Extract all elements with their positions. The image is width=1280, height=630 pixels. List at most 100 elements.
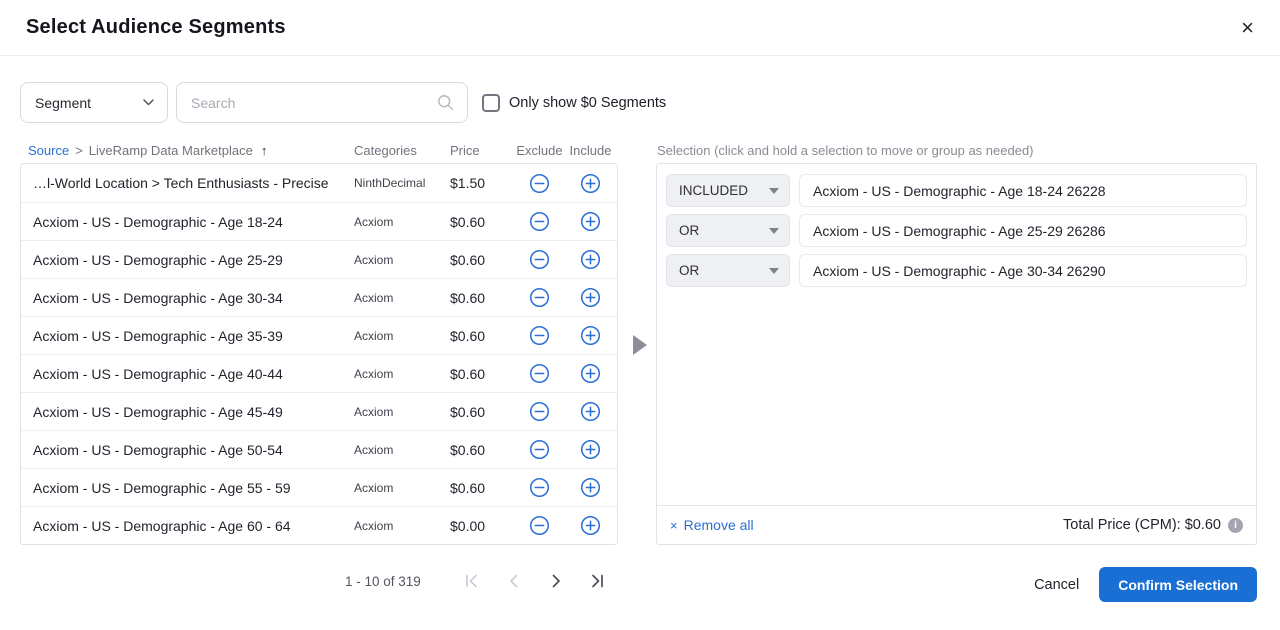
segment-category: Acxiom — [352, 253, 444, 267]
segment-price: $0.60 — [444, 442, 514, 458]
include-plus-circle-icon[interactable] — [580, 287, 601, 308]
segment-price: $0.60 — [444, 214, 514, 230]
pagination-label: 1 - 10 of 319 — [345, 574, 421, 589]
segment-type-dropdown[interactable]: Segment — [20, 82, 168, 123]
segment-name: Acxiom - US - Demographic - Age 45-49 — [21, 404, 352, 420]
close-icon[interactable]: × — [1241, 17, 1254, 39]
chevron-down-icon — [769, 188, 779, 194]
segment-category: NinthDecimal — [352, 176, 444, 190]
confirm-selection-button[interactable]: Confirm Selection — [1099, 567, 1257, 602]
include-plus-circle-icon[interactable] — [580, 173, 601, 194]
segment-name: Acxiom - US - Demographic - Age 18-24 — [21, 214, 352, 230]
zero-segments-filter: Only show $0 Segments — [482, 94, 666, 112]
info-icon[interactable]: i — [1228, 518, 1243, 533]
breadcrumb-source-link[interactable]: Source — [28, 143, 69, 158]
operator-dropdown[interactable]: INCLUDED — [666, 174, 790, 207]
table-row: Acxiom - US - Demographic - Age 40-44 Ac… — [21, 354, 617, 392]
segment-name: Acxiom - US - Demographic - Age 60 - 64 — [21, 518, 352, 534]
search-icon — [437, 94, 454, 111]
operator-dropdown[interactable]: OR — [666, 214, 790, 247]
segments-table-header: Source > LiveRamp Data Marketplace ↑ Cat… — [20, 137, 618, 163]
exclude-minus-circle-icon[interactable] — [529, 325, 550, 346]
selected-segment[interactable]: Acxiom - US - Demographic - Age 25-29 26… — [799, 214, 1247, 247]
first-page-icon[interactable] — [451, 573, 493, 589]
segment-price: $0.60 — [444, 480, 514, 496]
breadcrumb-path: LiveRamp Data Marketplace — [89, 143, 253, 158]
selection-list: INCLUDED Acxiom - US - Demographic - Age… — [666, 174, 1247, 287]
sort-ascending-icon[interactable]: ↑ — [261, 143, 268, 158]
segment-category: Acxiom — [352, 481, 444, 495]
segment-price: $0.60 — [444, 328, 514, 344]
last-page-icon[interactable] — [577, 573, 619, 589]
dialog-actions: Cancel Confirm Selection — [1034, 567, 1257, 602]
include-plus-circle-icon[interactable] — [580, 249, 601, 270]
column-header-exclude: Exclude — [514, 143, 565, 158]
column-header-categories: Categories — [352, 143, 444, 158]
search-input[interactable] — [191, 95, 437, 111]
selection-panel: INCLUDED Acxiom - US - Demographic - Age… — [656, 163, 1257, 545]
segment-name: Acxiom - US - Demographic - Age 25-29 — [21, 252, 352, 268]
total-price-label: Total Price (CPM): $0.60 — [1063, 517, 1221, 533]
segment-type-dropdown-value: Segment — [35, 95, 91, 111]
include-plus-circle-icon[interactable] — [580, 477, 601, 498]
operator-dropdown-value: OR — [679, 263, 699, 278]
column-header-price: Price — [444, 143, 514, 158]
exclude-minus-circle-icon[interactable] — [529, 515, 550, 536]
table-row: …l-World Location > Tech Enthusiasts - P… — [21, 164, 617, 202]
exclude-minus-circle-icon[interactable] — [529, 439, 550, 460]
segment-category: Acxiom — [352, 367, 444, 381]
segment-category: Acxiom — [352, 443, 444, 457]
transfer-arrow-icon — [633, 335, 647, 355]
exclude-minus-circle-icon[interactable] — [529, 287, 550, 308]
exclude-minus-circle-icon[interactable] — [529, 363, 550, 384]
include-plus-circle-icon[interactable] — [580, 439, 601, 460]
segment-price: $0.60 — [444, 290, 514, 306]
select-audience-segments-dialog: Select Audience Segments × Segment Only … — [0, 0, 1280, 630]
exclude-minus-circle-icon[interactable] — [529, 211, 550, 232]
selected-segment[interactable]: Acxiom - US - Demographic - Age 30-34 26… — [799, 254, 1247, 287]
remove-all-button[interactable]: × Remove all — [670, 517, 754, 533]
segment-name: …l-World Location > Tech Enthusiasts - P… — [21, 175, 352, 191]
chevron-down-icon — [143, 99, 154, 106]
chevron-down-icon — [769, 268, 779, 274]
segment-category: Acxiom — [352, 215, 444, 229]
dialog-header: Select Audience Segments × — [0, 0, 1280, 56]
previous-page-icon[interactable] — [493, 573, 535, 589]
selection-row: OR Acxiom - US - Demographic - Age 30-34… — [666, 254, 1247, 287]
cancel-button[interactable]: Cancel — [1034, 577, 1079, 593]
segment-category: Acxiom — [352, 291, 444, 305]
segment-price: $0.00 — [444, 518, 514, 534]
exclude-minus-circle-icon[interactable] — [529, 477, 550, 498]
segment-category: Acxiom — [352, 519, 444, 533]
table-row: Acxiom - US - Demographic - Age 18-24 Ac… — [21, 202, 617, 240]
zero-segments-checkbox[interactable] — [482, 94, 500, 112]
next-page-icon[interactable] — [535, 573, 577, 589]
include-plus-circle-icon[interactable] — [580, 401, 601, 422]
segment-price: $0.60 — [444, 252, 514, 268]
include-plus-circle-icon[interactable] — [580, 515, 601, 536]
segment-category: Acxiom — [352, 329, 444, 343]
exclude-minus-circle-icon[interactable] — [529, 173, 550, 194]
table-row: Acxiom - US - Demographic - Age 60 - 64 … — [21, 506, 617, 544]
segment-price: $1.50 — [444, 175, 514, 191]
column-header-include: Include — [565, 143, 616, 158]
exclude-minus-circle-icon[interactable] — [529, 249, 550, 270]
operator-dropdown-value: INCLUDED — [679, 183, 748, 198]
include-plus-circle-icon[interactable] — [580, 363, 601, 384]
table-row: Acxiom - US - Demographic - Age 45-49 Ac… — [21, 392, 617, 430]
breadcrumb: Source > LiveRamp Data Marketplace ↑ — [20, 143, 352, 158]
selection-caption: Selection (click and hold a selection to… — [657, 143, 1034, 158]
table-row: Acxiom - US - Demographic - Age 55 - 59 … — [21, 468, 617, 506]
page-title: Select Audience Segments — [26, 16, 286, 39]
table-row: Acxiom - US - Demographic - Age 30-34 Ac… — [21, 278, 617, 316]
include-plus-circle-icon[interactable] — [580, 211, 601, 232]
remove-all-label: Remove all — [684, 517, 754, 533]
include-plus-circle-icon[interactable] — [580, 325, 601, 346]
operator-dropdown[interactable]: OR — [666, 254, 790, 287]
selected-segment[interactable]: Acxiom - US - Demographic - Age 18-24 26… — [799, 174, 1247, 207]
table-row: Acxiom - US - Demographic - Age 35-39 Ac… — [21, 316, 617, 354]
exclude-minus-circle-icon[interactable] — [529, 401, 550, 422]
segment-category: Acxiom — [352, 405, 444, 419]
segment-price: $0.60 — [444, 366, 514, 382]
filter-bar: Segment Only show $0 Segments — [20, 82, 666, 123]
